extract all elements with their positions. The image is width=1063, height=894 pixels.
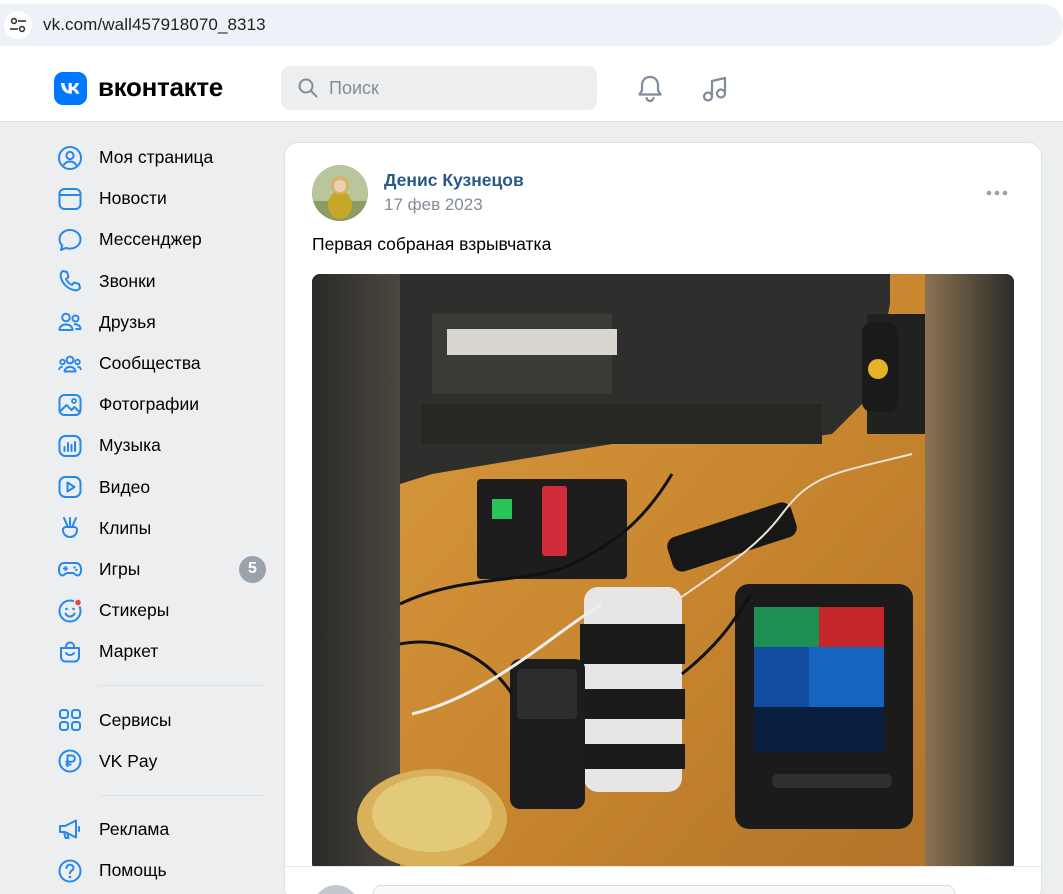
news-icon bbox=[56, 185, 84, 213]
sidebar-item-label: Друзья bbox=[99, 311, 156, 332]
vk-logo-icon[interactable] bbox=[54, 72, 87, 105]
music-icon bbox=[56, 432, 84, 460]
sidebar-item-label: Мессенджер bbox=[99, 229, 202, 250]
vkpay-icon bbox=[56, 747, 84, 775]
sidebar-item-photos[interactable]: Фотографии bbox=[56, 384, 268, 425]
communities-icon bbox=[56, 350, 84, 378]
sidebar-item-label: Новости bbox=[99, 188, 167, 209]
sidebar-item-label: Сервисы bbox=[99, 709, 172, 730]
clips-icon bbox=[56, 514, 84, 542]
sidebar-item-my-page[interactable]: Моя страница bbox=[56, 137, 268, 178]
sidebar-item-label: Видео bbox=[99, 476, 151, 497]
sidebar-item-label: Сообщества bbox=[99, 353, 201, 374]
post-date[interactable]: 17 фев 2023 bbox=[384, 195, 483, 215]
author-avatar[interactable] bbox=[312, 165, 368, 221]
video-icon bbox=[56, 473, 84, 501]
market-bag-icon bbox=[56, 638, 84, 666]
sidebar-item-label: Клипы bbox=[99, 517, 152, 538]
search-input[interactable] bbox=[329, 76, 579, 100]
services-grid-icon bbox=[56, 706, 84, 734]
browser-address-bar: vk.com/wall457918070_8313 bbox=[0, 0, 1063, 54]
sidebar-item-label: VK Pay bbox=[99, 750, 158, 771]
user-circle-icon bbox=[56, 144, 84, 172]
current-user-avatar bbox=[313, 885, 359, 894]
sidebar-item-vk-pay[interactable]: VK Pay bbox=[56, 741, 268, 782]
search-box[interactable] bbox=[281, 66, 597, 110]
sidebar-item-label: Игры bbox=[99, 558, 141, 579]
bell-icon[interactable] bbox=[634, 73, 666, 110]
post-text: Первая собраная взрывчатка bbox=[312, 234, 552, 254]
sidebar-item-label: Реклама bbox=[99, 818, 170, 839]
megaphone-icon bbox=[56, 815, 84, 843]
vk-brand-name[interactable]: вконтакте bbox=[98, 72, 223, 103]
sidebar-item-ads[interactable]: Реклама bbox=[56, 809, 268, 850]
post-photo[interactable] bbox=[312, 274, 1014, 871]
sidebar-item-music[interactable]: Музыка bbox=[56, 425, 268, 466]
sidebar-item-label: Маркет bbox=[99, 641, 159, 662]
comment-row bbox=[285, 866, 1041, 894]
sidebar-item-help[interactable]: Помощь bbox=[56, 850, 268, 891]
sidebar-item-news[interactable]: Новости bbox=[56, 178, 268, 219]
more-dots-icon[interactable] bbox=[985, 181, 1009, 210]
sidebar-item-label: Стикеры bbox=[99, 600, 170, 621]
sidebar-item-video[interactable]: Видео bbox=[56, 467, 268, 508]
phone-icon bbox=[56, 267, 84, 295]
sidebar-item-friends[interactable]: Друзья bbox=[56, 302, 268, 343]
post-author-name[interactable]: Денис Кузнецов bbox=[384, 170, 524, 191]
games-count-badge: 5 bbox=[239, 555, 266, 583]
sidebar-item-calls[interactable]: Звонки bbox=[56, 261, 268, 302]
sidebar-item-label: Помощь bbox=[99, 860, 167, 881]
left-sidebar: Моя страница Новости Мессенджер Звонки Д… bbox=[56, 137, 268, 891]
page-info-icon[interactable] bbox=[4, 11, 32, 39]
post-card: Денис Кузнецов 17 фев 2023 Первая собран… bbox=[284, 142, 1042, 894]
gamepad-icon bbox=[56, 555, 84, 583]
url-text[interactable]: vk.com/wall457918070_8313 bbox=[43, 15, 266, 35]
sidebar-item-stickers[interactable]: Стикеры bbox=[56, 590, 268, 631]
sidebar-item-communities[interactable]: Сообщества bbox=[56, 343, 268, 384]
vk-header: вконтакте bbox=[0, 54, 1063, 122]
sidebar-divider bbox=[99, 794, 265, 796]
sticker-icon bbox=[56, 597, 84, 625]
comment-input[interactable] bbox=[373, 885, 955, 894]
sidebar-item-clips[interactable]: Клипы bbox=[56, 508, 268, 549]
search-icon bbox=[297, 77, 319, 104]
sidebar-item-label: Музыка bbox=[99, 435, 161, 456]
sidebar-item-label: Моя страница bbox=[99, 147, 214, 168]
message-bubble-icon bbox=[56, 226, 84, 254]
photo-icon bbox=[56, 391, 84, 419]
sidebar-item-label: Звонки bbox=[99, 270, 156, 291]
sidebar-item-services[interactable]: Сервисы bbox=[56, 699, 268, 740]
help-icon bbox=[56, 857, 84, 885]
sidebar-item-messenger[interactable]: Мессенджер bbox=[56, 219, 268, 260]
sidebar-item-market[interactable]: Маркет bbox=[56, 631, 268, 672]
music-note-icon[interactable] bbox=[700, 73, 732, 110]
friends-icon bbox=[56, 308, 84, 336]
sidebar-item-label: Фотографии bbox=[99, 394, 200, 415]
sidebar-item-games[interactable]: Игры 5 bbox=[56, 549, 268, 590]
sidebar-divider bbox=[99, 685, 265, 687]
